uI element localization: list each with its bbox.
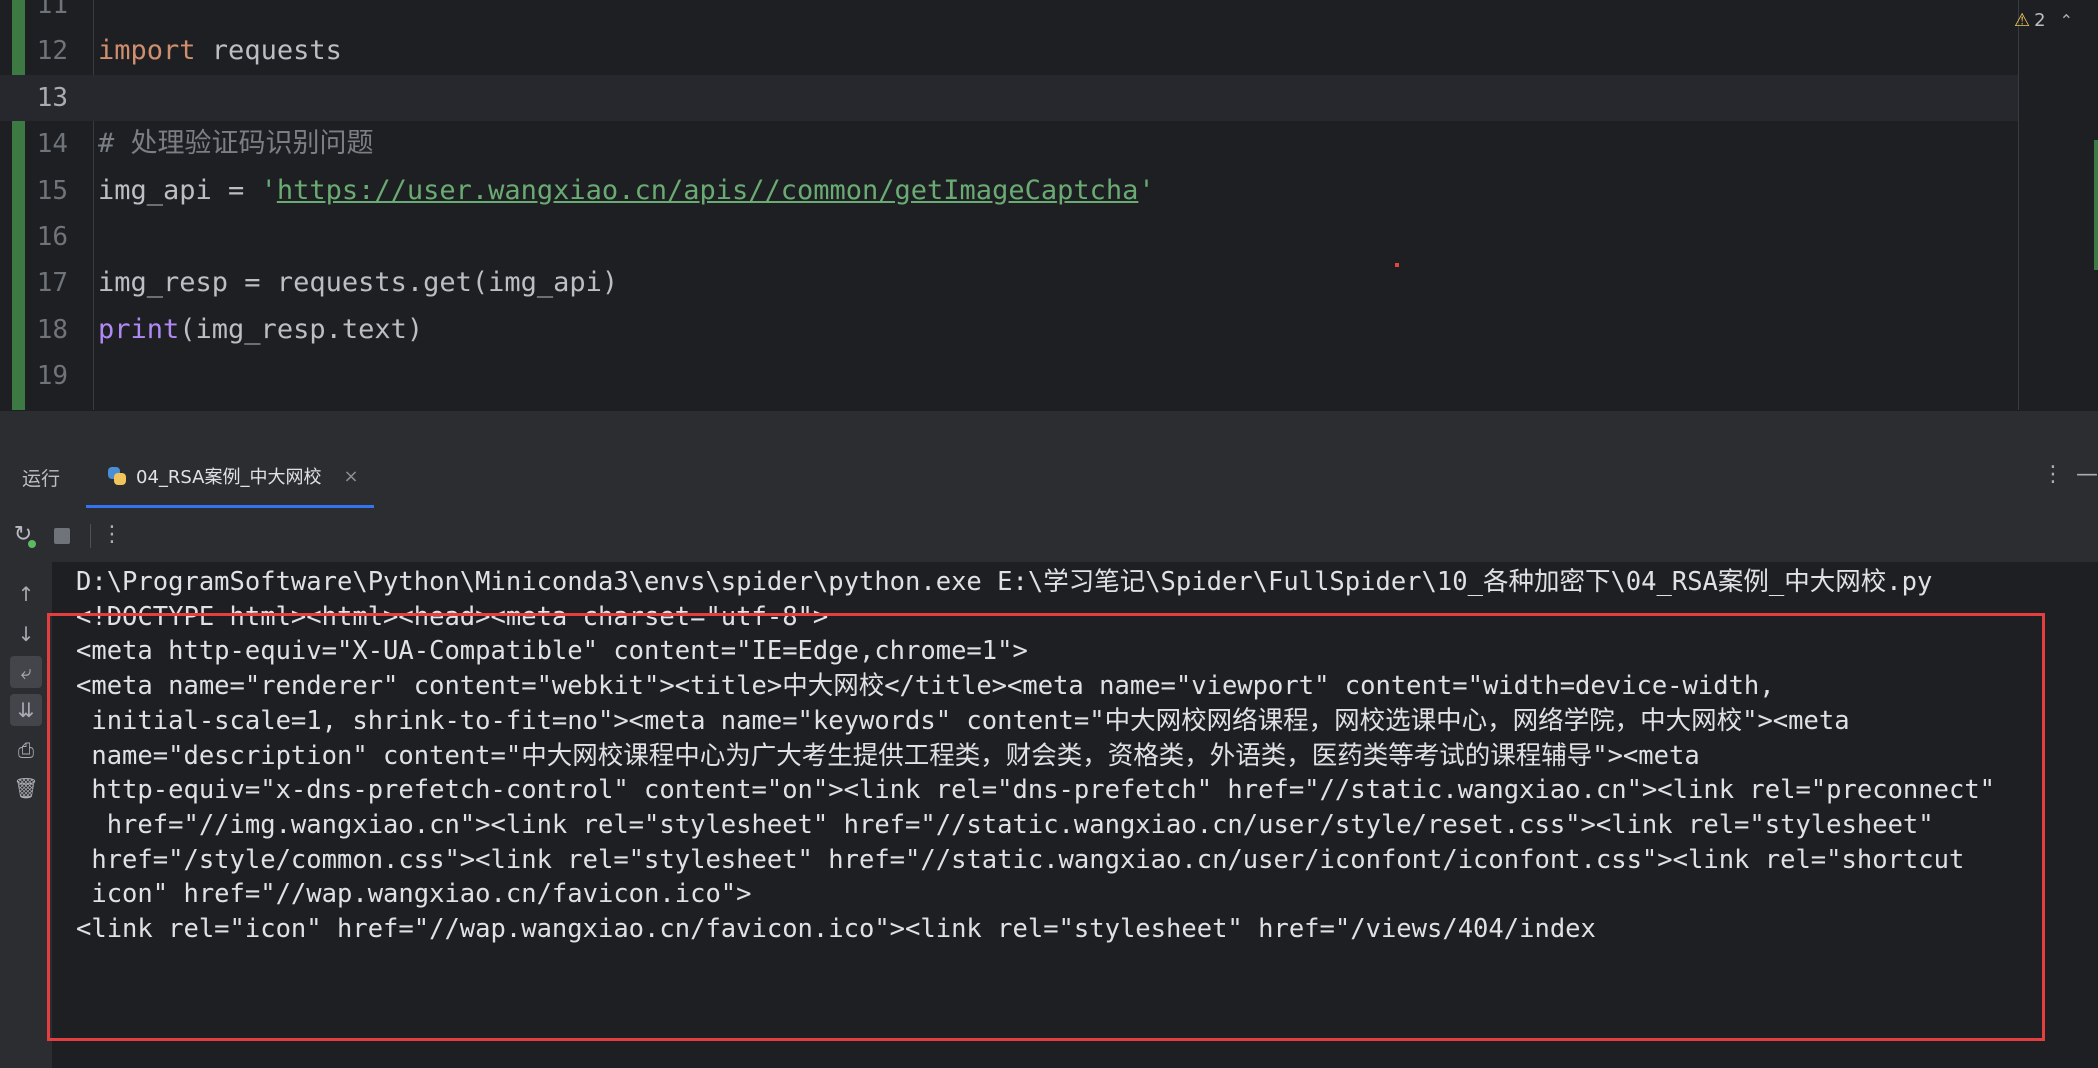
code-line[interactable]: 18 print(img_resp.text) — [0, 307, 2018, 353]
code-token: # 处理验证码识别问题 — [98, 128, 374, 160]
run-toolbar: ↻ ⋮ — [0, 508, 2098, 562]
code-text: import requests — [98, 28, 342, 74]
console-line: <link rel="icon" href="//wap.wangxiao.cn… — [76, 914, 1596, 944]
scrollbar-change-marker[interactable] — [2094, 140, 2098, 270]
line-number: 11 — [36, 0, 68, 20]
console-side-toolbar: ↑ ↓ ⤶ ⇊ ⎙ 🗑 — [0, 562, 52, 1068]
minimize-icon[interactable]: — — [2076, 462, 2098, 487]
run-tab[interactable]: 04_RSA案例_中大网校 × — [86, 444, 374, 508]
console-line: initial-scale=1, shrink-to-fit=no"><meta… — [76, 705, 1850, 736]
code-text: print(img_resp.text) — [98, 307, 423, 353]
code-line[interactable]: 14 # 处理验证码识别问题 — [0, 121, 2018, 167]
code-line[interactable]: 11 — [0, 0, 2018, 28]
arrow-up-icon[interactable]: ↑ — [10, 578, 42, 610]
line-number: 12 — [36, 36, 68, 67]
code-text: img_resp = requests.get(img_api) — [98, 260, 618, 306]
editor-right-divider — [2018, 0, 2019, 410]
code-line[interactable]: 16 — [0, 214, 2018, 260]
code-token: img_api = — [98, 174, 261, 206]
run-panel-title: 运行 — [22, 468, 61, 490]
line-number: 18 — [36, 314, 68, 345]
run-tab-label: 04_RSA案例_中大网校 — [136, 467, 322, 488]
print-icon[interactable]: ⎙ — [10, 734, 42, 766]
run-tool-window-header: 运行 04_RSA案例_中大网校 × ⋮ — — [0, 444, 2098, 508]
code-token[interactable]: https://user.wangxiao.cn/apis//common/ge… — [277, 175, 1139, 206]
more-options-icon[interactable]: ⋮ — [2042, 462, 2064, 487]
toolbar-separator — [90, 524, 91, 548]
trash-icon[interactable]: 🗑 — [10, 772, 42, 804]
panel-splitter[interactable] — [0, 410, 2098, 444]
line-number: 13 — [36, 82, 68, 113]
rerun-icon[interactable]: ↻ — [8, 520, 38, 550]
console-line: href="//img.wangxiao.cn"><link rel="styl… — [76, 809, 1934, 840]
code-line[interactable]: 15 img_api = 'https://user.wangxiao.cn/ap… — [0, 168, 2018, 214]
code-text: img_api = 'https://user.wangxiao.cn/apis… — [98, 168, 1155, 214]
line-number: 17 — [36, 268, 68, 299]
code-line[interactable]: 17 img_resp = requests.get(img_api) — [0, 260, 2018, 306]
arrow-down-icon[interactable]: ↓ — [10, 618, 42, 650]
code-line[interactable]: 13 — [0, 74, 2018, 121]
warning-triangle-icon: ⚠ — [2014, 9, 2031, 31]
warning-count: 2 — [2034, 9, 2046, 31]
code-line[interactable]: 19 — [0, 353, 2018, 399]
code-text: # 处理验证码识别问题 — [98, 121, 374, 167]
code-token: ' — [260, 174, 277, 206]
line-number: 14 — [36, 129, 68, 160]
code-line[interactable]: 12 import requests — [0, 28, 2018, 74]
console-line: D:\ProgramSoftware\Python\Miniconda3\env… — [76, 567, 1933, 597]
close-icon[interactable]: × — [343, 466, 358, 487]
scroll-to-end-icon[interactable]: ⇊ — [10, 694, 42, 726]
code-token: print — [98, 313, 180, 345]
inspection-widget[interactable]: ⚠ 2 ⌃ — [2014, 6, 2073, 34]
code-token: (img_resp.text) — [179, 313, 424, 345]
console-line: name="description" content="中大网校课程中心为广大考… — [76, 740, 1700, 771]
console-line: href="/style/common.css"><link rel="styl… — [76, 844, 1965, 875]
console-line: http-equiv="x-dns-prefetch-control" cont… — [76, 775, 1996, 806]
console-line: <meta http-equiv="X-UA-Compatible" conte… — [76, 636, 1028, 667]
code-token: requests — [195, 35, 342, 67]
line-number: 19 — [36, 361, 68, 392]
soft-wrap-icon[interactable]: ⤶ — [10, 656, 42, 688]
console-line: icon" href="//wap.wangxiao.cn/favicon.ic… — [76, 879, 752, 910]
line-number: 15 — [36, 175, 68, 206]
stop-icon[interactable] — [46, 520, 76, 550]
console-line: <!DOCTYPE html><html><head><meta charset… — [76, 601, 829, 632]
toolbar-more-icon[interactable]: ⋮ — [97, 520, 127, 550]
console-line: <meta name="renderer" content="webkit"><… — [76, 671, 1775, 702]
chevron-up-icon[interactable]: ⌃ — [2060, 11, 2073, 30]
error-marker — [1395, 263, 1399, 267]
python-file-icon — [106, 465, 128, 487]
code-token: ' — [1138, 174, 1155, 206]
console-output[interactable]: D:\ProgramSoftware\Python\Miniconda3\env… — [52, 562, 2098, 1068]
line-number: 16 — [36, 222, 68, 252]
code-token: import — [98, 35, 196, 67]
code-token: img_resp = requests.get(img_api) — [98, 267, 619, 299]
code-editor[interactable]: 11 12 import requests 13 14 # 处理验证码识别问题 15 img_… — [0, 0, 2098, 410]
